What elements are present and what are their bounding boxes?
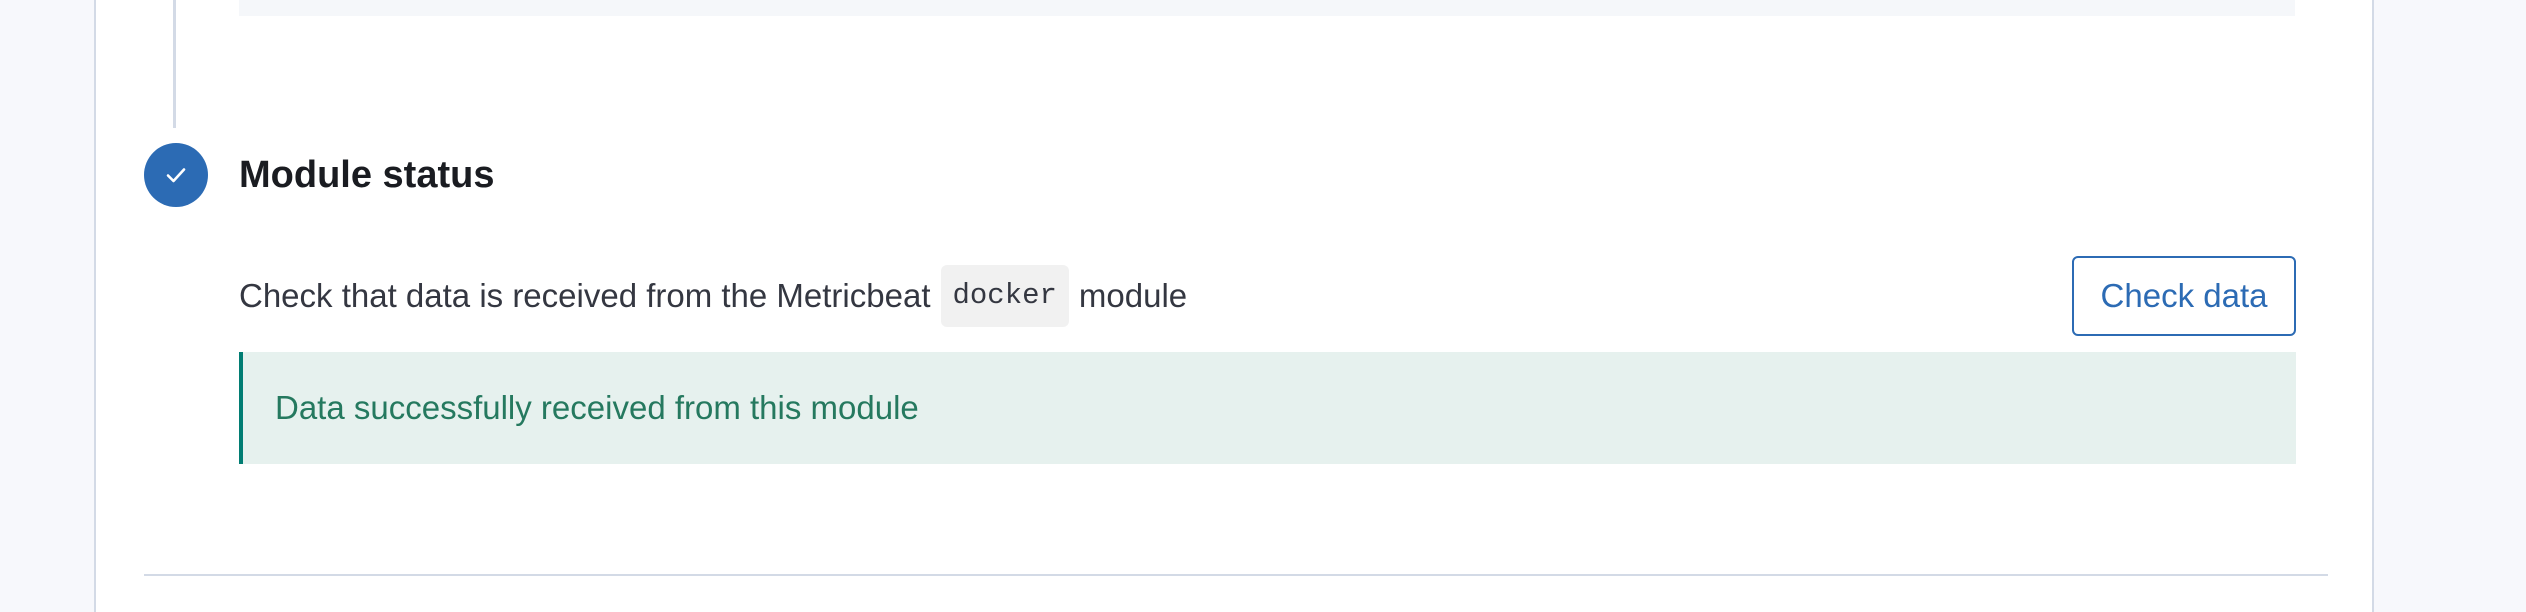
- description-prefix: Check that data is received from the Met…: [239, 277, 931, 314]
- success-callout-message: Data successfully received from this mod…: [275, 389, 919, 426]
- section-divider: [144, 574, 2328, 576]
- setup-instructions-panel: Module status Check that data is receive…: [94, 0, 2374, 612]
- success-callout: Data successfully received from this mod…: [239, 352, 2296, 464]
- check-data-button[interactable]: Check data: [2072, 256, 2296, 336]
- step-connector-line: [173, 0, 176, 128]
- description-suffix: module: [1078, 277, 1188, 314]
- check-icon: [166, 168, 186, 183]
- previous-step-code-block: [239, 0, 2295, 16]
- module-name-code: docker: [940, 265, 1069, 327]
- step-title: Module status: [239, 154, 495, 196]
- step-complete-indicator: [144, 143, 208, 207]
- step-description: Check that data is received from the Met…: [239, 264, 1187, 328]
